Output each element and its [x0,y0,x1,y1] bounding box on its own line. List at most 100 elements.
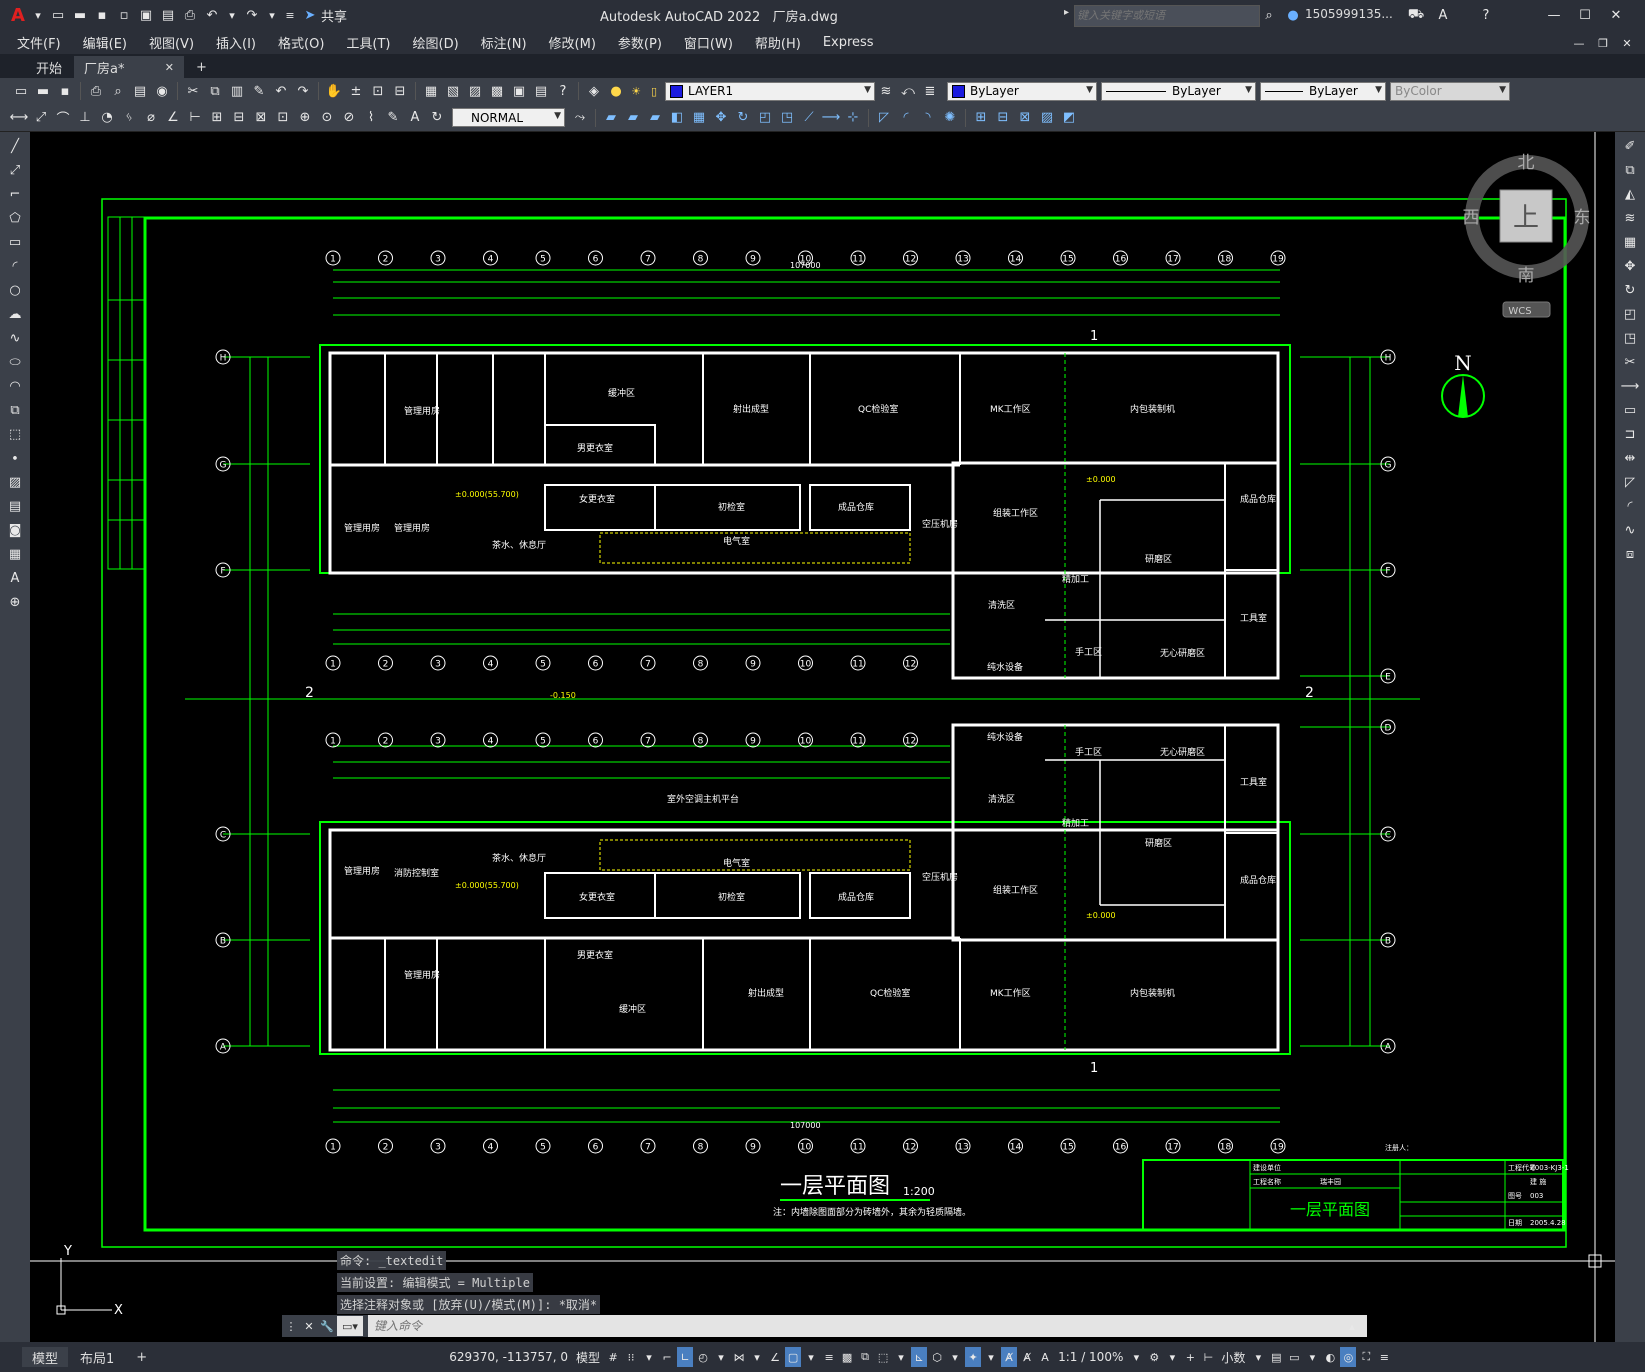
customize-icon[interactable]: 🔧 [319,1316,335,1336]
dimtedit-icon[interactable]: A [405,108,425,128]
mtext-icon[interactable]: A [5,568,25,588]
point-icon[interactable]: ⊠ [1015,108,1035,128]
move-icon[interactable]: ✥ [1620,256,1640,276]
chevron-down-icon[interactable]: ▾ [264,5,280,25]
break-icon[interactable]: ⊡ [273,108,293,128]
mirror-icon[interactable]: ▰ [645,108,665,128]
radius-icon[interactable]: ◔ [97,108,117,128]
tab-model[interactable]: 模型 [22,1347,69,1367]
save-icon[interactable]: ▪ [92,5,112,25]
user-name[interactable]: 1505999135... [1305,7,1393,21]
copy-obj-icon[interactable]: ▰ [623,108,643,128]
new-icon[interactable]: ▭ [11,81,31,101]
explode-icon[interactable]: ✺ [940,108,960,128]
update-icon[interactable]: ↻ [427,108,447,128]
chevron-down-icon[interactable]: ▾ [749,1347,765,1367]
help-icon[interactable]: ? [1476,5,1496,25]
save-web-icon[interactable]: ▤ [158,5,178,25]
zoom-window-icon[interactable]: ⊡ [368,81,388,101]
bulb-icon[interactable]: ● [606,81,626,101]
ordinate-icon[interactable]: ⊥ [75,108,95,128]
share-label[interactable]: 共享 [321,6,347,25]
blend-icon[interactable]: ◝ [918,108,938,128]
plot-icon[interactable]: ⎙ [86,81,106,101]
menu-draw[interactable]: 绘图(D) [402,33,470,52]
open-web-icon[interactable]: ▣ [136,5,156,25]
make-block-icon[interactable]: ⊟ [993,108,1013,128]
viewcube[interactable]: 上 北 南 西 东 WCS [1463,153,1591,318]
menu-insert[interactable]: 插入(I) [205,33,267,52]
copy-icon[interactable]: ⧉ [1620,160,1640,180]
plotstyle-dropdown[interactable]: ByColor ▼ [1390,81,1510,101]
gradient-icon[interactable]: ▤ [5,496,25,516]
workspace-icon[interactable]: ⚙ [1146,1347,1162,1367]
redo-icon[interactable]: ↷ [293,81,313,101]
sun-icon[interactable]: ☀ [628,81,644,101]
polar-icon[interactable]: ◴ [695,1347,711,1367]
chevron-down-icon[interactable]: ▾ [893,1347,909,1367]
baseline-icon[interactable]: ⊞ [207,108,227,128]
copy-icon[interactable]: ⧉ [205,81,225,101]
move-icon[interactable]: ✥ [711,108,731,128]
clean-screen-icon[interactable]: ⛶ [1358,1347,1374,1367]
new-file-icon[interactable]: ▭ [48,5,68,25]
grip-icon[interactable]: ⋮ [283,1316,299,1336]
trim-icon[interactable]: ✂ [1620,352,1640,372]
command-input[interactable] [368,1315,1367,1337]
search-input[interactable] [1074,5,1260,27]
dimstyle-icon[interactable]: ⤳ [570,108,590,128]
model-space-toggle[interactable]: 模型 [576,1349,600,1366]
make-block-icon[interactable]: ⬚ [5,424,25,444]
break-icon[interactable]: ⊐ [1620,424,1640,444]
table-icon[interactable]: ▦ [5,544,25,564]
polygon-icon[interactable]: ⬠ [5,208,25,228]
tab-start[interactable]: 开始 [26,56,72,78]
command-prompt-icon[interactable]: ▭▾ [337,1316,363,1336]
grid-icon[interactable]: # [605,1347,621,1367]
lock-icon[interactable]: ▯ [646,81,662,101]
isolate-icon[interactable]: ◐ [1322,1347,1338,1367]
hatch-icon[interactable]: ▨ [5,472,25,492]
undo-icon[interactable]: ↶ [202,5,222,25]
inspection-icon[interactable]: ⊘ [339,108,359,128]
properties-icon[interactable]: ▦ [421,81,441,101]
selection-filter-icon[interactable]: ⬡ [929,1347,945,1367]
layer-state-icon[interactable]: ≣ [920,81,940,101]
tab-document[interactable]: 厂房a* ✕ [74,56,185,78]
continue-icon[interactable]: ⊟ [229,108,249,128]
color-dropdown[interactable]: ByLayer ▼ [947,81,1097,101]
tab-layout1[interactable]: 布局1 [70,1347,124,1367]
viewcube-top[interactable]: 上 [1513,203,1539,233]
angular-icon[interactable]: ∠ [163,108,183,128]
chevron-down-icon[interactable]: ▾ [641,1347,657,1367]
hatch-icon[interactable]: ▨ [1037,108,1057,128]
tolerance-icon[interactable]: ⊕ [295,108,315,128]
share-icon[interactable]: ➤ [300,5,320,25]
ortho-icon[interactable]: ∟ [677,1347,694,1367]
construction-line-icon[interactable]: ⤢ [5,160,25,180]
make-current-layer-icon[interactable]: ≋ [876,81,896,101]
menu-format[interactable]: 格式(O) [267,33,335,52]
break-at-icon[interactable]: ⊹ [843,108,863,128]
chevron-down-icon[interactable]: ▾ [803,1347,819,1367]
menu-edit[interactable]: 编辑(E) [72,33,138,52]
chevron-down-icon[interactable]: ▾ [1164,1347,1180,1367]
open-icon[interactable]: ▬ [33,81,53,101]
scale-icon[interactable]: ◰ [755,108,775,128]
ellipse-arc-icon[interactable]: ◠ [5,376,25,396]
close-icon[interactable]: ✕ [301,1316,317,1336]
annotation-scale-icon[interactable]: A [1037,1347,1053,1367]
chamfer-icon[interactable]: ◸ [1620,472,1640,492]
minimize-icon[interactable]: — [1544,5,1564,25]
dimstyle-dropdown[interactable]: NORMAL ▼ [452,108,565,127]
break-point-icon[interactable]: ▭ [1620,400,1640,420]
menu-help[interactable]: 帮助(H) [744,33,812,52]
extend-icon[interactable]: ⟶ [1620,376,1640,396]
pan-icon[interactable]: ✋ [324,81,344,101]
linetype-dropdown[interactable]: ByLayer ▼ [1101,81,1256,101]
zoom-previous-icon[interactable]: ⊟ [390,81,410,101]
menu-view[interactable]: 视图(V) [138,33,205,52]
chevron-down-icon[interactable]: ▾ [224,5,240,25]
snap-icon[interactable]: ⁝⁝ [623,1347,639,1367]
menu-modify[interactable]: 修改(M) [538,33,607,52]
